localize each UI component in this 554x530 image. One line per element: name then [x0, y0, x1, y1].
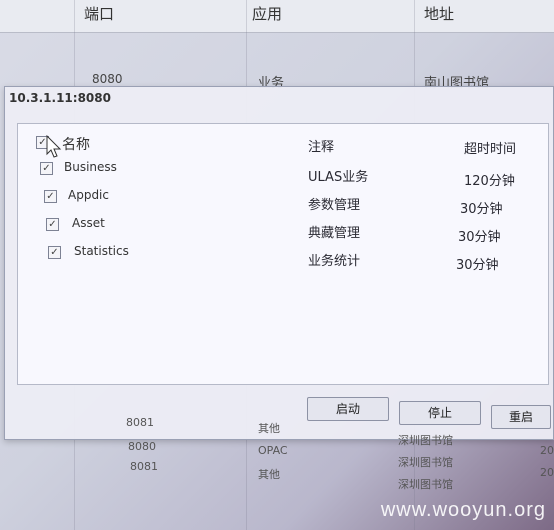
business-checkbox[interactable]: ✓ — [40, 162, 53, 175]
header-port: 端口 — [84, 5, 115, 23]
header-address: 地址 — [424, 5, 455, 23]
asset-checkbox[interactable]: ✓ — [46, 218, 59, 231]
row-note: 典藏管理 — [308, 226, 361, 241]
bg-row-address: 深圳图书馆 — [398, 478, 453, 491]
bg-row-port: 8080 — [92, 72, 123, 86]
bg-row-address: 深圳图书馆 — [398, 434, 453, 447]
bg-row-port: 8081 — [130, 460, 158, 473]
row-timeout: 30分钟 — [458, 230, 501, 245]
row-timeout: 30分钟 — [456, 258, 499, 273]
bg-row-port: 8081 — [126, 416, 154, 429]
row-note: ULAS业务 — [308, 170, 369, 185]
row-note: 参数管理 — [308, 198, 361, 213]
restart-button[interactable]: 重启 — [491, 405, 551, 429]
bg-row-app: OPAC — [258, 444, 288, 457]
tree-item-business[interactable]: Business — [64, 160, 117, 174]
header-app: 应用 — [252, 5, 283, 23]
background-table-header: 端口 应用 地址 — [0, 0, 554, 33]
tree-item-asset[interactable]: Asset — [72, 216, 105, 230]
stop-button[interactable]: 停止 — [399, 401, 481, 425]
column-note: 注释 — [308, 140, 335, 155]
column-timeout: 超时时间 — [464, 142, 517, 157]
tree-item-appdic[interactable]: Appdic — [68, 188, 109, 202]
bg-row-port: 8080 — [128, 440, 156, 453]
service-dialog: 10.3.1.11:8080 ✓ 名称 ✓ Business ✓ Appdic … — [4, 86, 554, 440]
service-panel: ✓ 名称 ✓ Business ✓ Appdic ✓ Asset ✓ Stati… — [17, 123, 549, 385]
appdic-checkbox[interactable]: ✓ — [44, 190, 57, 203]
start-button[interactable]: 启动 — [307, 397, 389, 421]
row-timeout: 30分钟 — [460, 202, 503, 217]
row-note: 业务统计 — [308, 254, 361, 269]
watermark: www.wooyun.org — [380, 499, 546, 521]
row-timeout: 120分钟 — [464, 174, 515, 189]
tree-root-label: 名称 — [62, 137, 90, 153]
mouse-cursor-icon — [46, 135, 62, 158]
dialog-title: 10.3.1.11:8080 — [9, 91, 111, 105]
bg-row-app: 其他 — [258, 422, 280, 435]
statistics-checkbox[interactable]: ✓ — [48, 246, 61, 259]
tree-item-statistics[interactable]: Statistics — [74, 244, 129, 258]
bg-row-app: 其他 — [258, 468, 280, 481]
bg-row-address: 深圳图书馆 — [398, 456, 453, 469]
bg-row-extra: 20 — [540, 466, 554, 479]
bg-row-extra: 20 — [540, 444, 554, 457]
